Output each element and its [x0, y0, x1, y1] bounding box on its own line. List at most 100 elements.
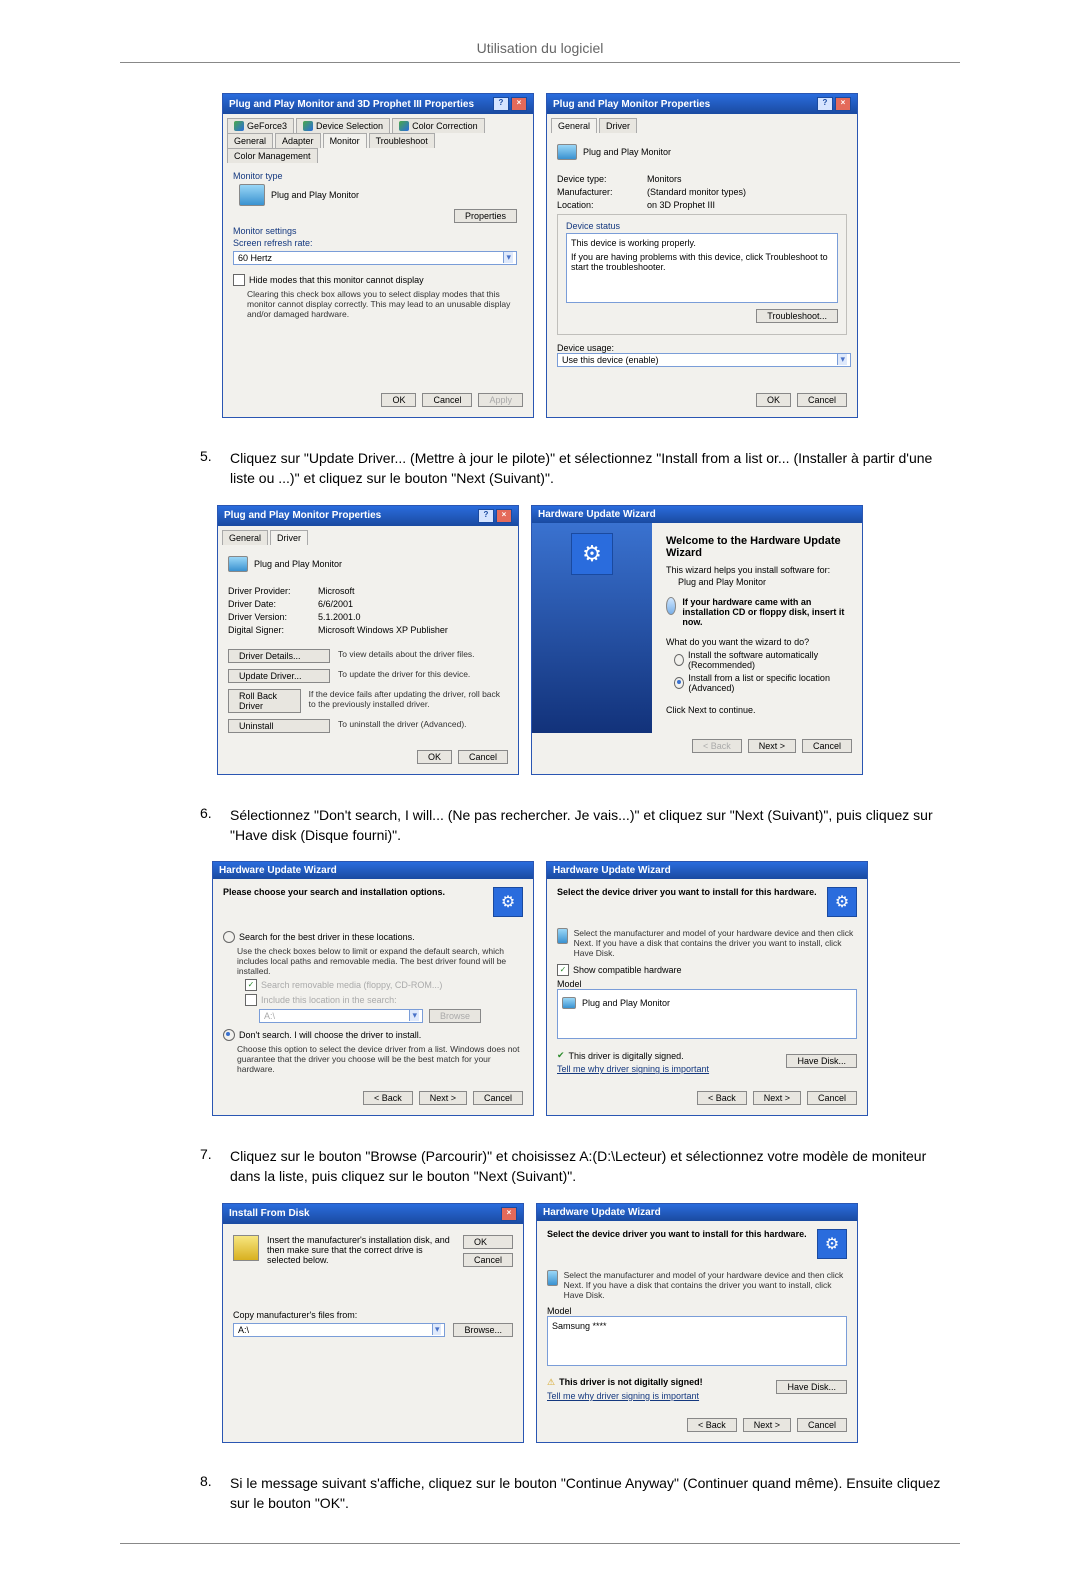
wizard-heading: Select the device driver you want to ins… [547, 1229, 807, 1239]
refresh-rate-select[interactable]: 60 Hertz [233, 251, 517, 265]
device-status-box: This device is working properly. If you … [566, 233, 838, 303]
tell-me-why-link[interactable]: Tell me why driver signing is important [547, 1391, 703, 1401]
help-icon[interactable]: ? [478, 509, 494, 523]
hardware-wizard-search-options-dialog: Hardware Update Wizard Please choose you… [212, 861, 534, 1116]
ok-button[interactable]: OK [463, 1235, 513, 1249]
monitor-icon [557, 144, 577, 160]
radio-install-auto[interactable] [674, 654, 684, 666]
tell-me-why-link[interactable]: Tell me why driver signing is important [557, 1064, 709, 1074]
close-icon[interactable]: × [835, 97, 851, 111]
cancel-button[interactable]: Cancel [802, 739, 852, 753]
ok-button[interactable]: OK [417, 750, 452, 764]
back-button[interactable]: < Back [363, 1091, 413, 1105]
cancel-button[interactable]: Cancel [473, 1091, 523, 1105]
show-compatible-label: Show compatible hardware [573, 965, 682, 975]
copy-path-select[interactable]: A:\ [233, 1323, 445, 1337]
wizard-hardware-icon: ⚙ [827, 887, 857, 917]
nvidia-icon [303, 121, 313, 131]
window-title: Plug and Play Monitor and 3D Prophet III… [229, 99, 474, 110]
close-icon[interactable]: × [501, 1207, 517, 1221]
driver-provider-value: Microsoft [318, 586, 355, 596]
tab-driver[interactable]: Driver [270, 530, 308, 545]
tab-troubleshoot[interactable]: Troubleshoot [369, 133, 435, 148]
monitor-name: Plug and Play Monitor [583, 147, 671, 157]
update-driver-button[interactable]: Update Driver... [228, 669, 330, 683]
have-disk-button[interactable]: Have Disk... [776, 1380, 847, 1394]
cancel-button[interactable]: Cancel [797, 1418, 847, 1432]
driver-details-button[interactable]: Driver Details... [228, 649, 330, 663]
cancel-button[interactable]: Cancel [807, 1091, 857, 1105]
cancel-button[interactable]: Cancel [463, 1253, 513, 1267]
driver-date-value: 6/6/2001 [318, 599, 353, 609]
tab-monitor[interactable]: Monitor [323, 133, 367, 148]
have-disk-button[interactable]: Have Disk... [786, 1054, 857, 1068]
uninstall-button[interactable]: Uninstall [228, 719, 330, 733]
cancel-button[interactable]: Cancel [422, 393, 472, 407]
window-title: Plug and Play Monitor Properties [224, 510, 381, 521]
signed-icon: ✔ [557, 1050, 565, 1061]
radio-dont-search[interactable] [223, 1029, 235, 1041]
ok-button[interactable]: OK [381, 393, 416, 407]
device-status-title: Device status [566, 221, 838, 231]
rollback-driver-button[interactable]: Roll Back Driver [228, 689, 301, 713]
monitor-icon [557, 928, 568, 944]
footer-divider [120, 1543, 960, 1544]
show-compatible-checkbox[interactable] [557, 964, 569, 976]
window-title: Hardware Update Wizard [553, 865, 671, 876]
model-listbox[interactable]: Plug and Play Monitor [557, 989, 857, 1039]
tab-device-selection[interactable]: Device Selection [296, 118, 390, 133]
model-label: Model [557, 979, 857, 989]
tab-color-correction[interactable]: Color Correction [392, 118, 485, 133]
device-usage-select[interactable]: Use this device (enable) [557, 353, 851, 367]
window-title: Install From Disk [229, 1208, 310, 1219]
back-button[interactable]: < Back [692, 739, 742, 753]
tab-adapter[interactable]: Adapter [275, 133, 321, 148]
hardware-wizard-welcome-dialog: Hardware Update Wizard ⚙ Welcome to the … [531, 505, 863, 775]
figure-row-2: Plug and Play Monitor Properties ?× Gene… [120, 505, 960, 775]
close-icon[interactable]: × [496, 509, 512, 523]
tab-geforce3[interactable]: GeForce3 [227, 118, 294, 133]
radio-search-best[interactable] [223, 931, 235, 943]
help-icon[interactable]: ? [493, 97, 509, 111]
tab-driver[interactable]: Driver [599, 118, 637, 133]
back-button[interactable]: < Back [687, 1418, 737, 1432]
properties-button[interactable]: Properties [454, 209, 517, 223]
back-button[interactable]: < Back [697, 1091, 747, 1105]
model-item[interactable]: Samsung **** [552, 1321, 842, 1331]
hide-modes-checkbox[interactable] [233, 274, 245, 286]
tab-general[interactable]: General [222, 530, 268, 545]
close-icon[interactable]: × [511, 97, 527, 111]
tab-general[interactable]: General [551, 118, 597, 133]
install-from-disk-help: Insert the manufacturer's installation d… [267, 1235, 455, 1265]
help-icon[interactable]: ? [817, 97, 833, 111]
next-button[interactable]: Next > [748, 739, 796, 753]
checkbox-include-location-label: Include this location in the search: [261, 995, 397, 1005]
model-item[interactable]: Plug and Play Monitor [582, 998, 670, 1008]
tab-general[interactable]: General [227, 133, 273, 148]
browse-button[interactable]: Browse... [453, 1323, 513, 1337]
cd-icon [666, 597, 676, 615]
ok-button[interactable]: OK [756, 393, 791, 407]
monitor-icon [547, 1270, 558, 1286]
troubleshoot-button[interactable]: Troubleshoot... [756, 309, 838, 323]
signed-label: This driver is digitally signed. [569, 1051, 684, 1061]
apply-button[interactable]: Apply [478, 393, 523, 407]
cancel-button[interactable]: Cancel [797, 393, 847, 407]
next-button[interactable]: Next > [419, 1091, 467, 1105]
next-button[interactable]: Next > [743, 1418, 791, 1432]
device-status-line2: If you are having problems with this dev… [571, 252, 833, 272]
device-type-value: Monitors [647, 174, 682, 184]
hardware-wizard-select-driver-dialog: Hardware Update Wizard Select the device… [546, 861, 868, 1116]
model-listbox[interactable]: Samsung **** [547, 1316, 847, 1366]
step-text: Cliquez sur le bouton "Browse (Parcourir… [230, 1146, 960, 1187]
tab-color-management[interactable]: Color Management [227, 148, 318, 163]
radio-dont-search-label: Don't search. I will choose the driver t… [239, 1030, 421, 1040]
radio-install-list[interactable] [674, 677, 684, 689]
model-label: Model [547, 1306, 847, 1316]
step-text: Sélectionnez "Don't search, I will... (N… [230, 805, 960, 846]
window-title: Hardware Update Wizard [219, 865, 337, 876]
next-button[interactable]: Next > [753, 1091, 801, 1105]
monitor-icon [228, 556, 248, 572]
radio-search-best-label: Search for the best driver in these loca… [239, 932, 415, 942]
cancel-button[interactable]: Cancel [458, 750, 508, 764]
